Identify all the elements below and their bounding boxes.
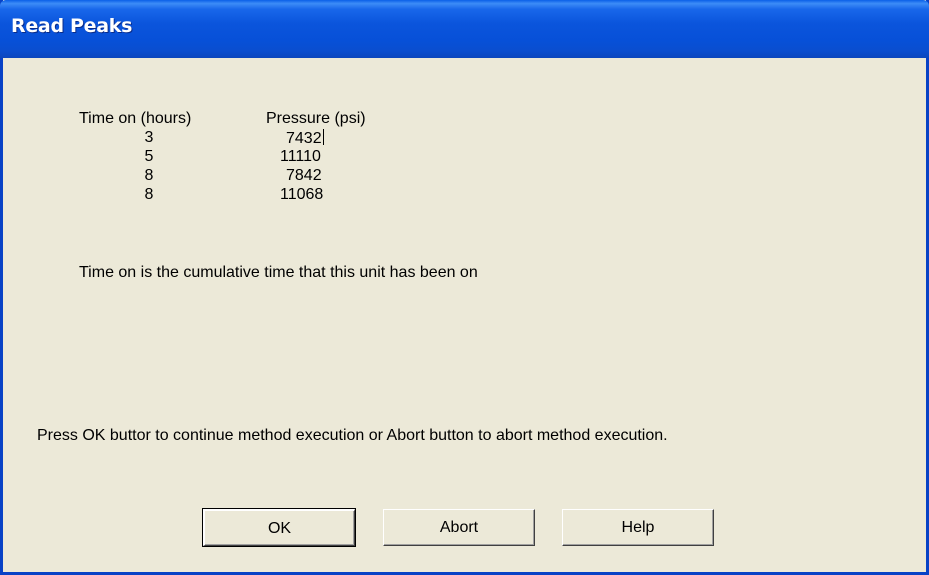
pressure-column-header: Pressure (psi) bbox=[266, 110, 366, 127]
text-caret bbox=[322, 129, 324, 145]
pressure-cell-row-4: 11068 bbox=[280, 186, 324, 203]
abort-button[interactable]: Abort bbox=[383, 509, 535, 546]
instruction-text: Press OK buttor to continue method execu… bbox=[37, 427, 668, 444]
time-cell-row-3: 8 bbox=[144, 167, 154, 184]
pressure-cell-row-1: 7432 bbox=[286, 129, 324, 147]
time-on-note: Time on is the cumulative time that this… bbox=[79, 264, 478, 281]
pressure-cell-row-3: 7842 bbox=[286, 167, 322, 184]
time-column-header: Time on (hours) bbox=[79, 110, 192, 127]
title-bar[interactable]: Read Peaks bbox=[0, 0, 929, 58]
help-button[interactable]: Help bbox=[562, 509, 714, 546]
read-peaks-dialog: Read Peaks Time on (hours) Pressure (psi… bbox=[0, 0, 929, 575]
pressure-cell-row-2: 11110 bbox=[280, 148, 321, 165]
time-cell-row-1: 3 bbox=[144, 129, 154, 146]
ok-button[interactable]: OK bbox=[202, 508, 356, 547]
time-cell-row-2: 5 bbox=[144, 148, 154, 165]
time-cell-row-4: 8 bbox=[144, 186, 154, 203]
window-title: Read Peaks bbox=[11, 15, 133, 37]
dialog-content: Time on (hours) Pressure (psi) 3 7432 5 … bbox=[3, 58, 926, 572]
